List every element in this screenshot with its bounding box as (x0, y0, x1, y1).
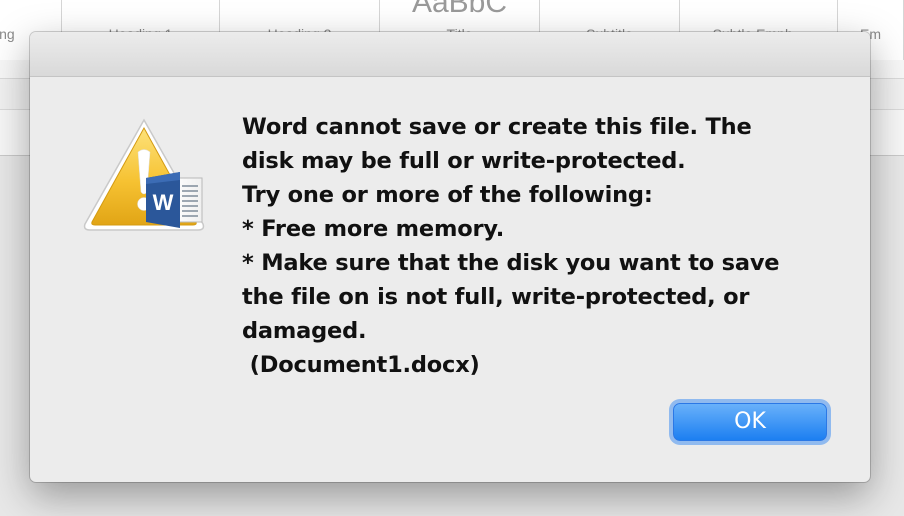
style-sample: AaBbC (411, 0, 508, 19)
message-line: (Document1.docx) (242, 352, 480, 378)
message-line: * Free more memory. (242, 216, 505, 242)
dialog-titlebar (30, 32, 870, 77)
message-line: Try one or more of the following: (242, 182, 653, 208)
warning-triangle-word-icon: W (82, 116, 206, 236)
message-line: damaged. (242, 318, 367, 344)
alert-dialog: W Word cannot save or create this file. … (30, 32, 870, 482)
alert-message: Word cannot save or create this file. Th… (242, 110, 842, 382)
message-line: disk may be full or write-protected. (242, 148, 686, 174)
ok-button[interactable]: OK (673, 403, 827, 441)
svg-text:W: W (153, 190, 174, 215)
message-line: the file on is not full, write-protected… (242, 284, 750, 310)
message-line: Word cannot save or create this file. Th… (242, 114, 752, 140)
message-line: * Make sure that the disk you want to sa… (242, 250, 780, 276)
